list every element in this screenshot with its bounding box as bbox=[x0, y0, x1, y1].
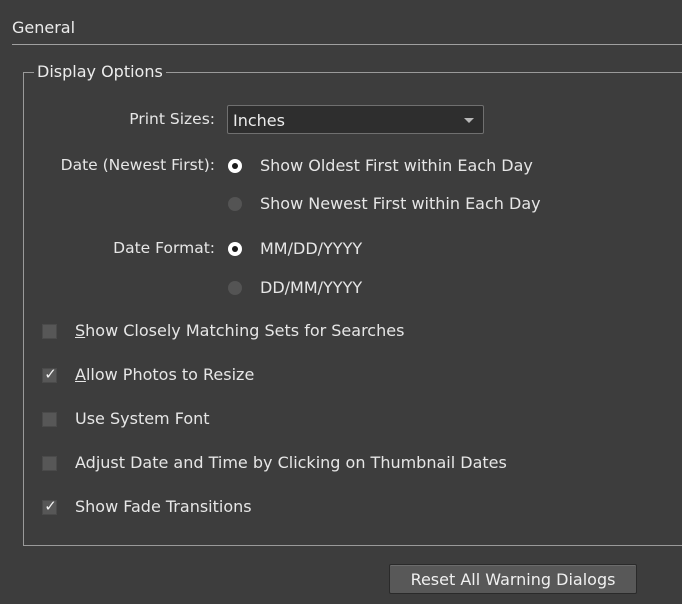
radio-mmddyyyy[interactable] bbox=[228, 242, 242, 256]
checkbox-adjust-date-time-label: Adjust Date and Time by Clicking on Thum… bbox=[75, 453, 507, 472]
chevron-down-icon bbox=[464, 118, 474, 123]
section-header: General bbox=[12, 0, 682, 45]
date-order-label: Date (Newest First): bbox=[60, 156, 215, 174]
print-sizes-value: Inches bbox=[233, 111, 285, 130]
radio-ddmmyyyy-label: DD/MM/YYYY bbox=[260, 278, 363, 297]
date-format-label: Date Format: bbox=[113, 239, 215, 257]
checkbox-adjust-date-time[interactable] bbox=[42, 456, 57, 471]
radio-newest-first[interactable] bbox=[228, 197, 242, 211]
radio-mmddyyyy-label: MM/DD/YYYY bbox=[260, 239, 363, 258]
radio-newest-first-label: Show Newest First within Each Day bbox=[260, 194, 541, 213]
checkbox-show-fade-transitions-label: Show Fade Transitions bbox=[75, 497, 252, 516]
radio-oldest-first[interactable] bbox=[228, 159, 242, 173]
checkbox-use-system-font-label: Use System Font bbox=[75, 409, 210, 428]
print-sizes-dropdown[interactable]: Inches bbox=[227, 105, 484, 134]
print-sizes-label: Print Sizes: bbox=[129, 110, 215, 128]
checkbox-show-fade-transitions[interactable]: ✓ bbox=[42, 497, 57, 515]
check-mark-icon: ✓ bbox=[44, 365, 57, 383]
checkbox-closely-matching-sets-label: Show Closely Matching Sets for Searches bbox=[75, 321, 405, 340]
checkbox-allow-photos-resize[interactable]: ✓ bbox=[42, 365, 57, 383]
radio-ddmmyyyy[interactable] bbox=[228, 281, 242, 295]
checkbox-allow-photos-resize-label: Allow Photos to Resize bbox=[75, 365, 255, 384]
checkbox-use-system-font[interactable] bbox=[42, 412, 57, 427]
reset-warning-dialogs-button[interactable]: Reset All Warning Dialogs bbox=[389, 564, 637, 594]
display-options-legend: Display Options bbox=[37, 62, 163, 81]
check-mark-icon: ✓ bbox=[44, 497, 57, 515]
checkbox-closely-matching-sets[interactable] bbox=[42, 324, 57, 339]
radio-oldest-first-label: Show Oldest First within Each Day bbox=[260, 156, 533, 175]
section-title: General bbox=[12, 18, 76, 37]
display-options-group: Display Options bbox=[23, 62, 682, 546]
